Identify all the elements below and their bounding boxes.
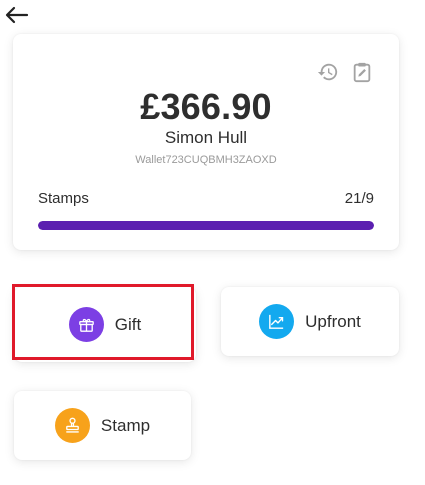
- stamp-icon: [54, 408, 90, 443]
- wallet-screen: £366.90 Simon Hull Wallet723CUQBMH3ZAOXD…: [0, 0, 425, 485]
- wallet-card: £366.90 Simon Hull Wallet723CUQBMH3ZAOXD…: [13, 34, 399, 250]
- upfront-button[interactable]: Upfront: [221, 287, 399, 356]
- wallet-balance: £366.90: [140, 86, 272, 127]
- stamps-label: Stamps: [38, 190, 89, 207]
- back-button[interactable]: [4, 4, 30, 26]
- clipboard-edit-icon: [353, 62, 371, 83]
- gift-button[interactable]: Gift: [14, 287, 196, 362]
- stamps-count: 21/9: [344, 190, 374, 207]
- arrow-left-icon: [5, 6, 29, 24]
- gift-icon: [68, 307, 104, 342]
- edit-button[interactable]: [351, 61, 373, 83]
- stamps-progress-fill: [38, 221, 374, 230]
- card-actions: [317, 61, 373, 83]
- upfront-label: Upfront: [305, 311, 361, 331]
- wallet-id: Wallet723CUQBMH3ZAOXD: [135, 154, 277, 166]
- gift-label: Gift: [114, 314, 142, 334]
- chart-up-icon: [259, 304, 295, 339]
- history-icon: [317, 63, 338, 81]
- history-button[interactable]: [317, 61, 339, 83]
- stamps-progress-bar: [38, 221, 374, 230]
- holder-name: Simon Hull: [164, 128, 248, 147]
- stamp-label: Stamp: [100, 415, 151, 435]
- stamp-button[interactable]: Stamp: [14, 391, 191, 460]
